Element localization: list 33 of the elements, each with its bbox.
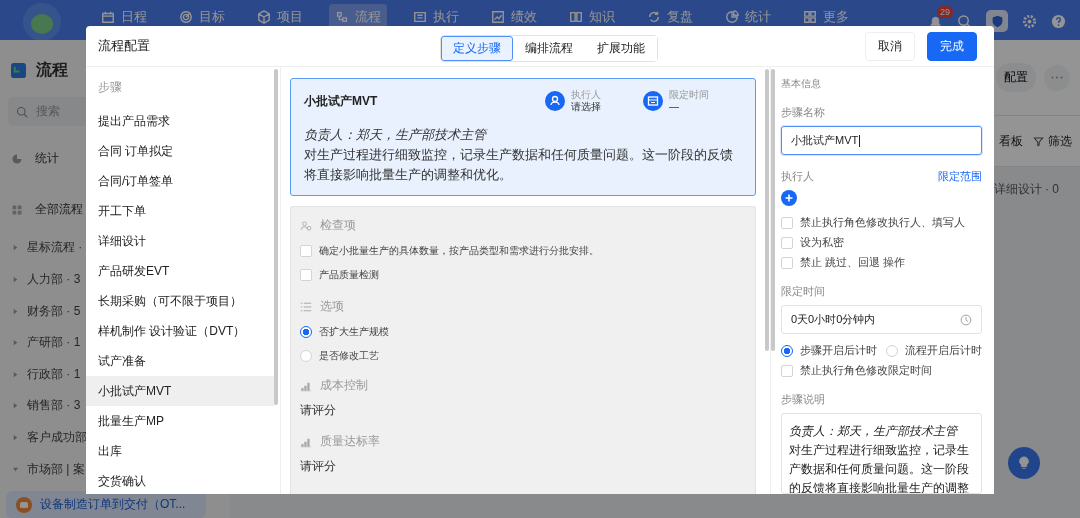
- field-label: 执行人: [781, 169, 814, 184]
- responsible-person: 负责人：郑天，生产部技术主管: [304, 126, 489, 144]
- radio-label: 步骤开启后计时: [800, 343, 877, 358]
- sidebar-title: 流程: [36, 60, 68, 80]
- option-label: 是否修改工艺: [319, 349, 379, 363]
- checkbox-label: 禁止执行角色修改限定时间: [800, 363, 932, 378]
- time-limit-label: 限定时间: [669, 89, 709, 101]
- section-title: 质量达标率: [320, 433, 380, 450]
- checklist-item: 确定小批量生产的具体数量，按产品类型和需求进行分批安排。: [319, 244, 599, 258]
- section-title: 检查项: [320, 217, 356, 234]
- step-title: 小批试产MVT: [304, 92, 378, 110]
- notification-badge: 29: [937, 5, 953, 18]
- section-title: 选项: [320, 298, 344, 315]
- executor-label: 执行人: [571, 89, 601, 101]
- option-label: 否扩大生产规模: [319, 325, 389, 339]
- step-description: 对生产过程进行细致监控，记录生产数据和任何质量问题。这一阶段的反馈将直接影响批量生产的调整和优化。: [304, 146, 734, 184]
- checklist-item: 产品质量检测: [319, 268, 379, 282]
- section-title: 成本控制: [320, 377, 368, 394]
- checkbox-label: 禁止执行角色修改执行人、填写人: [800, 215, 965, 230]
- section-heading: 基本信息: [781, 77, 822, 91]
- dialog-title: 流程配置: [98, 37, 150, 55]
- radio-label: 流程开启后计时: [905, 343, 982, 358]
- time-limit-value: —: [669, 101, 680, 113]
- rating-prompt: 请评分: [300, 458, 337, 475]
- field-label: 步骤名称: [781, 105, 826, 120]
- field-label: 步骤说明: [781, 392, 826, 407]
- checkbox-label: 设为私密: [800, 235, 844, 250]
- column-header: 详细设计 · 0: [993, 181, 1059, 198]
- executor-value: 请选择: [571, 101, 601, 113]
- rating-prompt: 请评分: [300, 402, 337, 419]
- steps-heading: 步骤: [97, 79, 123, 96]
- checkbox-label: 禁止 跳过、回退 操作: [800, 255, 906, 270]
- field-label: 限定时间: [781, 284, 826, 299]
